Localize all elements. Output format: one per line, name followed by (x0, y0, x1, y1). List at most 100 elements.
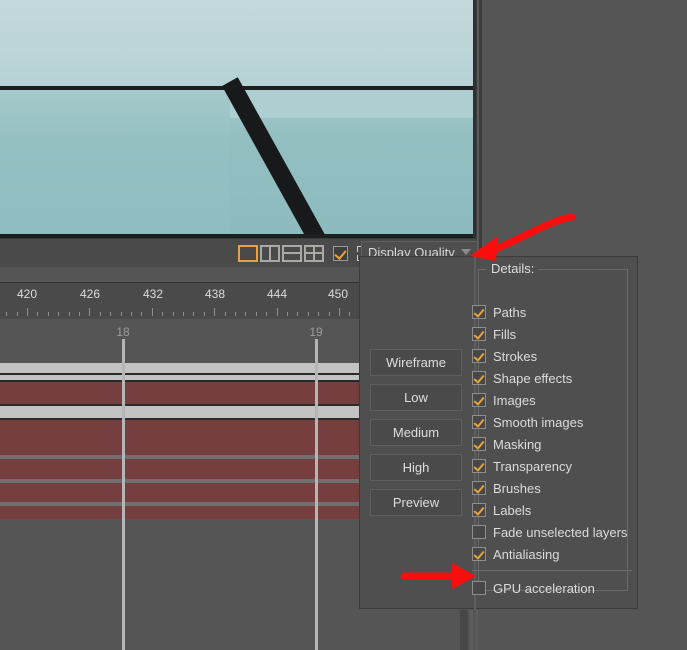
ruler-tick (235, 312, 236, 316)
detail-row-fills[interactable]: Fills (472, 323, 632, 345)
bottom-panel-strip (460, 610, 468, 650)
artwork-preview (0, 0, 476, 238)
gpu-acceleration-checkbox[interactable] (472, 581, 486, 595)
ruler-tick (245, 312, 246, 316)
artwork-water-highlight (0, 90, 230, 238)
ruler-tick (6, 312, 7, 316)
detail-row-fade-unselected-layers[interactable]: Fade unselected layers (472, 521, 632, 543)
split-line (269, 246, 271, 260)
ruler-tick (37, 312, 38, 316)
bottom-panel-divider (470, 610, 473, 650)
detail-label: Masking (493, 436, 542, 452)
canvas-viewport[interactable] (0, 0, 476, 238)
detail-row-antialiasing[interactable]: Antialiasing (472, 543, 632, 565)
ruler-tick (339, 308, 340, 316)
split-line (284, 252, 300, 254)
ruler-tick (17, 312, 18, 316)
ruler-tick (27, 308, 28, 316)
smooth-images-checkbox[interactable] (472, 415, 486, 429)
frame-marker-label: 18 (116, 325, 130, 339)
single-view-icon[interactable] (238, 244, 258, 262)
detail-row-transparency[interactable]: Transparency (472, 455, 632, 477)
detail-label: Brushes (493, 480, 541, 496)
detail-row-masking[interactable]: Masking (472, 433, 632, 455)
ruler-tick (141, 312, 142, 316)
detail-label: Images (493, 392, 536, 408)
ruler-tick (256, 312, 257, 316)
timeline-track-row[interactable] (0, 459, 360, 479)
preset-button-wireframe[interactable]: Wireframe (370, 349, 462, 376)
viewport-divider-line (477, 0, 479, 258)
detail-row-gpu-acceleration[interactable]: GPU acceleration (472, 570, 632, 600)
quality-preset-list: Wireframe Low Medium High Preview (370, 349, 462, 524)
preset-button-preview[interactable]: Preview (370, 489, 462, 516)
detail-row-brushes[interactable]: Brushes (472, 477, 632, 499)
ruler-tick (58, 312, 59, 316)
ruler-tick (308, 312, 309, 316)
masking-checkbox[interactable] (472, 437, 486, 451)
ruler-tick (48, 312, 49, 316)
detail-label: Smooth images (493, 414, 584, 430)
fills-checkbox[interactable] (472, 327, 486, 341)
timeline-track-row[interactable] (0, 382, 360, 404)
preset-button-label: Medium (392, 425, 440, 440)
preset-button-label: Preview (392, 495, 440, 510)
details-checkbox-list: Paths Fills Strokes Shape effects Images Smoo… (472, 301, 632, 600)
antialiasing-checkbox[interactable] (472, 547, 486, 561)
ruler-tick (287, 312, 288, 316)
ruler-tick (110, 312, 111, 316)
ruler-tick-label: 444 (266, 287, 288, 301)
detail-label: Paths (493, 304, 527, 320)
ruler-tick (225, 312, 226, 316)
timeline-track-row[interactable] (0, 406, 360, 418)
ruler-tick (79, 312, 80, 316)
ruler-tick (121, 312, 122, 316)
frame-marker-line[interactable] (315, 339, 318, 650)
ruler-tick-label: 450 (327, 287, 349, 301)
viewport-gutter (476, 0, 482, 258)
detail-row-strokes[interactable]: Strokes (472, 345, 632, 367)
preset-button-label: Low (404, 390, 428, 405)
detail-label: GPU acceleration (493, 580, 595, 596)
timeline-track-row[interactable] (0, 506, 360, 519)
detail-row-paths[interactable]: Paths (472, 301, 632, 323)
timeline-marker-zone (0, 319, 360, 363)
detail-row-shape-effects[interactable]: Shape effects (472, 367, 632, 389)
timeline-track-row[interactable] (0, 420, 360, 455)
ruler-tick (131, 312, 132, 316)
detail-row-images[interactable]: Images (472, 389, 632, 411)
paths-checkbox[interactable] (472, 305, 486, 319)
ruler-tick (266, 312, 267, 316)
detail-row-smooth-images[interactable]: Smooth images (472, 411, 632, 433)
preset-button-high[interactable]: High (370, 454, 462, 481)
labels-checkbox[interactable] (472, 503, 486, 517)
ruler-tick (69, 312, 70, 316)
shape-effects-checkbox[interactable] (472, 371, 486, 385)
frame-marker-line[interactable] (122, 339, 125, 650)
ruler-tick-label: 438 (204, 287, 226, 301)
brushes-checkbox[interactable] (472, 481, 486, 495)
timeline-track-row[interactable] (0, 363, 360, 373)
detail-label: Strokes (493, 348, 538, 364)
three-pane-view-icon[interactable] (282, 244, 302, 262)
preset-button-medium[interactable]: Medium (370, 419, 462, 446)
timeline-track-row[interactable] (0, 483, 360, 502)
four-pane-view-icon[interactable] (304, 244, 324, 262)
fade-unselected-layers-checkbox[interactable] (472, 525, 486, 539)
transparency-checkbox[interactable] (472, 459, 486, 473)
detail-row-labels[interactable]: Labels (472, 499, 632, 521)
ruler-tick (329, 312, 330, 316)
timeline-track-area[interactable]: 18 19 (0, 319, 360, 650)
timeline-ruler[interactable]: 4204264324384444504564 (0, 282, 360, 320)
ruler-tick-label: 420 (16, 287, 38, 301)
preset-button-label: Wireframe (386, 355, 446, 370)
strokes-checkbox[interactable] (472, 349, 486, 363)
ruler-tick (297, 312, 298, 316)
images-checkbox[interactable] (472, 393, 486, 407)
timeline-ruler-ticks (0, 308, 360, 316)
visibility-toggle-checkbox[interactable] (333, 245, 348, 261)
ruler-tick-label: 426 (79, 287, 101, 301)
ruler-tick (162, 312, 163, 316)
preset-button-low[interactable]: Low (370, 384, 462, 411)
two-pane-view-icon[interactable] (260, 244, 280, 262)
